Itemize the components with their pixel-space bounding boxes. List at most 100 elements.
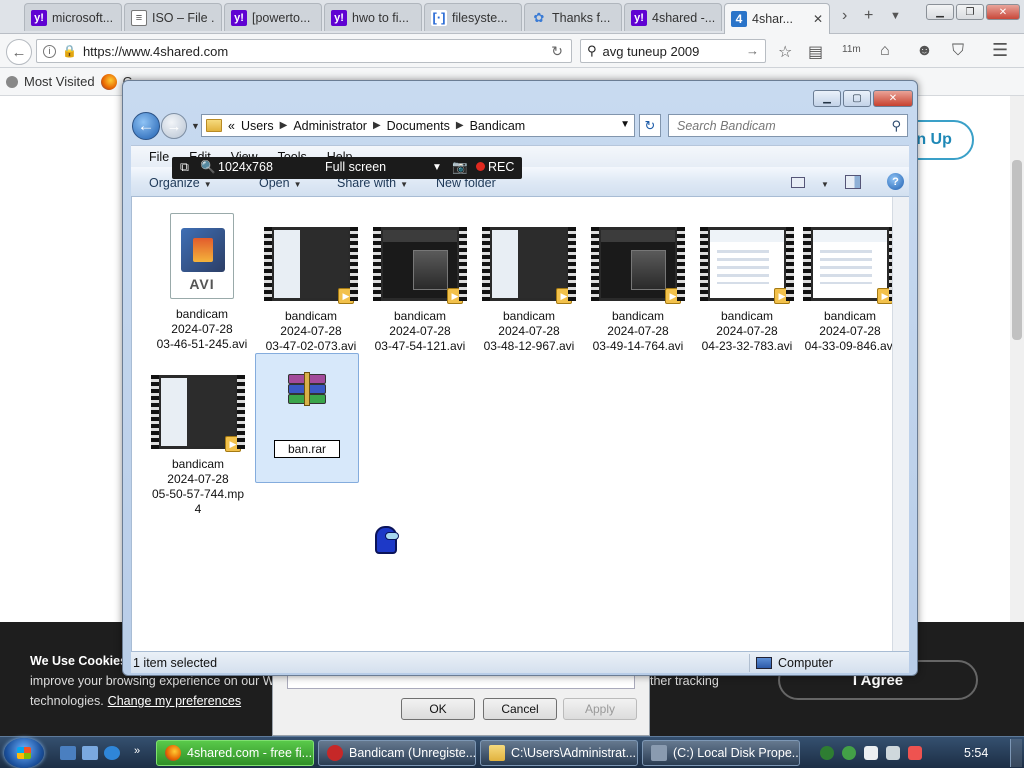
ok-button[interactable]: OK xyxy=(401,698,475,720)
search-icon[interactable]: ⚲ xyxy=(891,118,901,134)
info-icon[interactable]: i xyxy=(43,44,56,58)
new-tab-icon[interactable]: + xyxy=(864,7,873,25)
breadcrumb-administrator[interactable]: Administrator xyxy=(293,119,367,133)
lock-icon: 🔒 xyxy=(62,44,77,58)
tray-record-icon[interactable] xyxy=(820,746,834,760)
bookmark-most-visited[interactable]: Most Visited xyxy=(24,74,95,89)
tab-label: microsoft... xyxy=(52,10,114,25)
clock[interactable]: 5:54 xyxy=(964,746,988,760)
reload-icon[interactable]: ↻ xyxy=(551,43,563,60)
file-name-1: bandicam xyxy=(284,309,338,323)
preview-pane-icon[interactable] xyxy=(845,175,861,189)
apply-button[interactable]: Apply xyxy=(563,698,637,720)
menu-icon[interactable]: ☰ xyxy=(992,40,1008,61)
history-dropdown-icon[interactable]: ▼ xyxy=(191,121,200,131)
search-input[interactable]: avg tuneup 2009 xyxy=(603,44,700,59)
file-item[interactable]: AVI bandicam 2024-07-28 03-46-51-245.avi xyxy=(150,213,254,352)
bookmark-star-icon[interactable]: ☆ xyxy=(778,42,792,62)
taskbar-explorer[interactable]: C:\Users\Administrat... xyxy=(480,740,638,766)
chevron-down-icon[interactable]: ▼ xyxy=(432,162,442,173)
close-icon[interactable]: ✕ xyxy=(813,12,823,26)
view-dropdown-icon[interactable]: ▼ xyxy=(817,176,829,190)
selection-status: 1 item selected xyxy=(133,656,218,670)
browser-tab[interactable]: y! [powerto... xyxy=(224,3,322,31)
browser-tab[interactable]: ✿ Thanks f... xyxy=(524,3,622,31)
taskbar-firefox[interactable]: 4shared.com - free fi... xyxy=(156,740,314,766)
back-arrow-icon[interactable]: ← xyxy=(6,39,32,65)
menu-file[interactable]: File xyxy=(149,150,169,164)
url-bar[interactable]: i 🔒 https://www.4shared.com ↻ xyxy=(36,39,572,63)
search-bar[interactable]: ⚲ avg tuneup 2009 → xyxy=(580,39,766,63)
scroll-tabs-icon[interactable]: › xyxy=(842,7,847,25)
reading-list-icon[interactable]: ▤ xyxy=(808,42,823,62)
maximize-icon[interactable]: ▢ xyxy=(843,90,871,107)
list-tabs-icon[interactable]: ▼ xyxy=(890,10,901,22)
file-item[interactable]: ▶ bandicam 2024-07-28 03-48-12-967.avi xyxy=(477,227,581,354)
switch-windows-icon[interactable] xyxy=(82,746,98,760)
close-window-icon[interactable]: ✕ xyxy=(986,4,1020,20)
breadcrumb-documents[interactable]: Documents xyxy=(387,119,450,133)
refresh-icon[interactable]: ↻ xyxy=(639,114,661,137)
file-item[interactable]: ▶ bandicam 2024-07-28 05-50-57-744.mp 4 xyxy=(146,375,250,517)
file-list-scrollbar[interactable] xyxy=(892,197,909,651)
go-arrow-icon[interactable]: → xyxy=(746,43,759,58)
chevron-right-icon[interactable]: ▶ xyxy=(456,120,464,131)
properties-field[interactable] xyxy=(287,675,635,689)
emoji-icon[interactable]: ☻ xyxy=(916,42,933,60)
page-scroll-thumb[interactable] xyxy=(1012,160,1022,340)
start-button-icon[interactable] xyxy=(4,738,44,768)
network-icon[interactable] xyxy=(886,746,900,760)
browser-tab[interactable]: [·] filesyste... xyxy=(424,3,522,31)
capture-mode-select[interactable]: Full screen xyxy=(325,160,386,174)
explorer-search-input[interactable]: Search Bandicam ⚲ xyxy=(668,114,908,137)
file-item-selected[interactable]: ban.rar xyxy=(255,353,359,483)
rename-input[interactable]: ban.rar xyxy=(274,440,340,458)
browser-tab[interactable]: y! microsoft... xyxy=(24,3,122,31)
browser-tab-active[interactable]: 4 4shar... ✕ xyxy=(724,3,830,34)
show-desktop-button[interactable] xyxy=(1010,739,1022,767)
browser-tab[interactable]: ≡ ISO – File ... xyxy=(124,3,222,31)
change-preferences-link[interactable]: Change my preferences xyxy=(108,694,241,708)
flag-icon[interactable] xyxy=(864,746,878,760)
cancel-button[interactable]: Cancel xyxy=(483,698,557,720)
taskbar-properties[interactable]: (C:) Local Disk Prope... xyxy=(642,740,800,766)
forward-arrow-icon[interactable]: → xyxy=(161,113,187,139)
zoom-icon[interactable]: 🔍 xyxy=(200,160,216,175)
quicklaunch-overflow-icon[interactable]: » xyxy=(134,745,140,757)
camera-icon[interactable]: 📷 xyxy=(452,160,468,175)
chevron-right-icon[interactable]: ▶ xyxy=(280,120,288,131)
address-bar[interactable]: « Users ▶ Administrator ▶ Documents ▶ Ba… xyxy=(201,114,635,137)
back-arrow-icon[interactable]: ← xyxy=(132,112,160,140)
tab-label: ISO – File ... xyxy=(152,10,215,25)
restore-icon[interactable]: ❐ xyxy=(956,4,984,20)
record-button[interactable]: REC xyxy=(476,160,514,174)
file-item[interactable]: ▶ bandicam 2024-07-28 03-47-54-121.avi xyxy=(368,227,472,354)
pocket-icon[interactable]: ⛉ xyxy=(952,42,964,60)
chevron-down-icon[interactable]: ▼ xyxy=(620,119,630,130)
file-item[interactable]: ▶ bandicam 2024-07-28 04-33-09-846.avi xyxy=(798,227,902,354)
change-view-icon[interactable] xyxy=(791,177,805,188)
breadcrumb-bandicam[interactable]: Bandicam xyxy=(470,119,526,133)
taskbar-bandicam[interactable]: Bandicam (Unregiste... xyxy=(318,740,476,766)
file-item[interactable]: ▶ bandicam 2024-07-28 03-49-14-764.avi xyxy=(586,227,690,354)
downloads-icon[interactable]: 11m xyxy=(842,44,861,55)
volume-muted-icon[interactable] xyxy=(908,746,922,760)
tray-security-icon[interactable] xyxy=(842,746,856,760)
internet-explorer-icon[interactable] xyxy=(104,746,120,760)
show-desktop-quicklaunch-icon[interactable] xyxy=(60,746,76,760)
window-mode-icon[interactable]: ⧉ xyxy=(180,160,189,175)
help-icon[interactable]: ? xyxy=(887,173,904,190)
browser-tab[interactable]: y! hwo to fi... xyxy=(324,3,422,31)
breadcrumb-users[interactable]: Users xyxy=(241,119,274,133)
video-thumbnail-icon: ▶ xyxy=(591,227,685,304)
browser-tab[interactable]: y! 4shared -... xyxy=(624,3,722,31)
file-item[interactable]: ▶ bandicam 2024-07-28 03-47-02-073.avi xyxy=(259,227,363,354)
url-text[interactable]: https://www.4shared.com xyxy=(83,44,228,59)
breadcrumb-overflow[interactable]: « xyxy=(228,119,235,133)
minimize-icon[interactable]: ▁ xyxy=(926,4,954,20)
close-icon[interactable]: ✕ xyxy=(873,90,913,107)
home-icon[interactable]: ⌂ xyxy=(880,42,890,60)
file-item[interactable]: ▶ bandicam 2024-07-28 04-23-32-783.avi xyxy=(695,227,799,354)
chevron-right-icon[interactable]: ▶ xyxy=(373,120,381,131)
minimize-icon[interactable]: ▁ xyxy=(813,90,841,107)
